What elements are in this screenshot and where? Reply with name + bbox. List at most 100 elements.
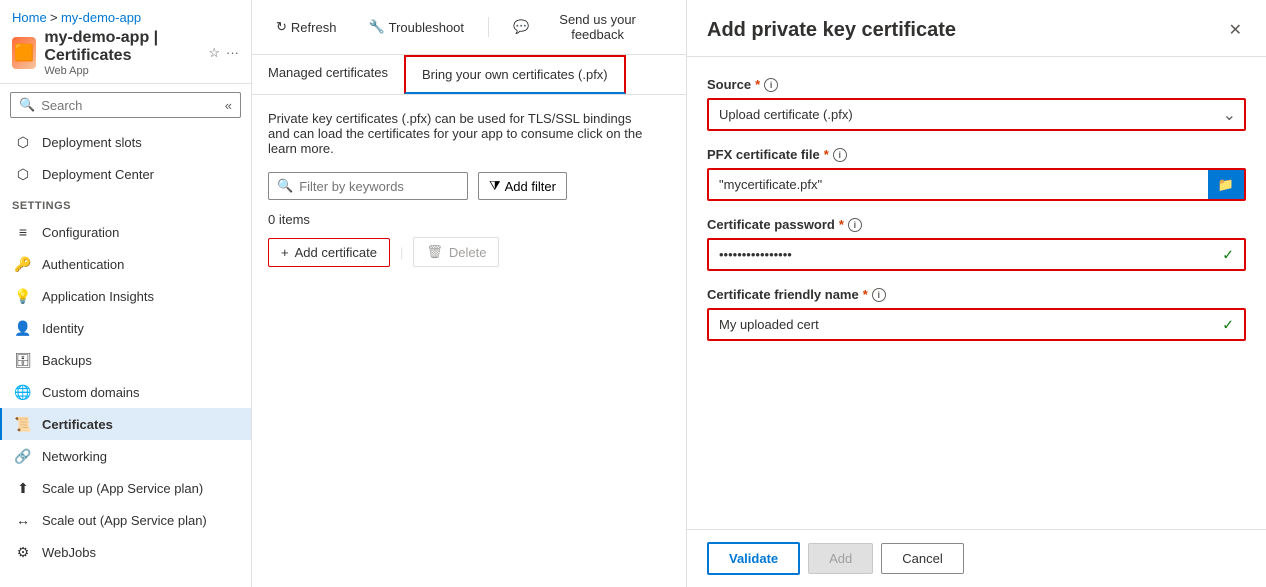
- close-panel-button[interactable]: ✕: [1225, 16, 1246, 44]
- password-info-icon[interactable]: i: [848, 218, 862, 232]
- sidebar-item-label: Application Insights: [42, 289, 154, 304]
- certificates-icon: 📜: [14, 415, 32, 433]
- troubleshoot-icon: 🔧: [368, 19, 384, 35]
- webjobs-icon: ⚙: [14, 543, 32, 561]
- sidebar-item-configuration[interactable]: ≡ Configuration: [0, 216, 251, 248]
- validate-button[interactable]: Validate: [707, 542, 800, 575]
- cancel-button[interactable]: Cancel: [881, 543, 963, 574]
- sidebar-item-label: Scale out (App Service plan): [42, 513, 207, 528]
- friendly-name-input[interactable]: [709, 310, 1244, 339]
- tabs-row: Managed certificates Bring your own cert…: [252, 55, 686, 95]
- collapse-icon[interactable]: «: [225, 98, 232, 113]
- breadcrumb-separator: >: [50, 10, 58, 25]
- sidebar-item-certificates[interactable]: 📜 Certificates: [0, 408, 251, 440]
- sidebar-item-scale-up[interactable]: ⬆ Scale up (App Service plan): [0, 472, 251, 504]
- sidebar-item-custom-domains[interactable]: 🌐 Custom domains: [0, 376, 251, 408]
- star-icon[interactable]: ☆: [208, 45, 220, 61]
- main-content: ↻ Refresh 🔧 Troubleshoot 💬 Send us your …: [252, 0, 686, 587]
- friendly-name-form-group: Certificate friendly name * i ✓: [707, 287, 1246, 341]
- feedback-button[interactable]: 💬 Send us your feedback: [505, 8, 670, 46]
- sidebar-item-application-insights[interactable]: 💡 Application Insights: [0, 280, 251, 312]
- sidebar-item-scale-out[interactable]: ↔ Scale out (App Service plan): [0, 504, 251, 536]
- add-certificate-button[interactable]: + Add certificate: [268, 238, 390, 267]
- friendly-name-required: *: [863, 287, 868, 302]
- action-separator: |: [400, 245, 403, 260]
- delete-button[interactable]: 🗑 Delete: [413, 237, 499, 267]
- filter-funnel-icon: ⧩: [489, 178, 501, 194]
- sidebar-item-webjobs[interactable]: ⚙ WebJobs: [0, 536, 251, 568]
- pfx-browse-button[interactable]: 📁: [1208, 170, 1244, 199]
- sidebar-item-deployment-center[interactable]: ⬡ Deployment Center: [0, 158, 251, 190]
- source-select-wrapper: Upload certificate (.pfx) Import App Ser…: [707, 98, 1246, 131]
- password-form-group: Certificate password * i ✓: [707, 217, 1246, 271]
- source-info-icon[interactable]: i: [764, 78, 778, 92]
- password-input[interactable]: [709, 240, 1244, 269]
- browse-icon: 📁: [1218, 177, 1234, 193]
- password-check-icon: ✓: [1222, 246, 1234, 263]
- sidebar-item-label: Authentication: [42, 257, 124, 272]
- sidebar: Home > my-demo-app 🟧 my-demo-app | Certi…: [0, 0, 252, 587]
- refresh-button[interactable]: ↻ Refresh: [268, 15, 344, 39]
- sidebar-item-label: Configuration: [42, 225, 119, 240]
- pfx-label: PFX certificate file * i: [707, 147, 1246, 162]
- delete-icon: 🗑: [426, 244, 443, 260]
- app-icon: 🟧: [12, 37, 36, 69]
- sidebar-item-label: WebJobs: [42, 545, 96, 560]
- refresh-icon: ↻: [276, 19, 287, 35]
- pfx-file-input[interactable]: [709, 170, 1208, 199]
- more-icon[interactable]: ···: [226, 45, 239, 61]
- breadcrumb-home[interactable]: Home: [12, 10, 47, 25]
- custom-domains-icon: 🌐: [14, 383, 32, 401]
- sidebar-item-authentication[interactable]: 🔑 Authentication: [0, 248, 251, 280]
- tab-bring-own-label: Bring your own certificates (.pfx): [422, 67, 608, 82]
- search-box[interactable]: 🔍 «: [10, 92, 241, 118]
- add-filter-label: Add filter: [505, 179, 556, 194]
- app-info: my-demo-app | Certificates Web App: [44, 29, 200, 77]
- troubleshoot-button[interactable]: 🔧 Troubleshoot: [360, 15, 472, 39]
- tab-bring-own[interactable]: Bring your own certificates (.pfx): [404, 55, 626, 94]
- source-required: *: [755, 77, 760, 92]
- search-input[interactable]: [41, 98, 219, 113]
- title-actions: ☆ ···: [208, 45, 239, 61]
- password-required: *: [839, 217, 844, 232]
- identity-icon: 👤: [14, 319, 32, 337]
- sidebar-item-backups[interactable]: 🗄 Backups: [0, 344, 251, 376]
- feedback-label: Send us your feedback: [533, 12, 662, 42]
- side-panel: Add private key certificate ✕ Source * i…: [686, 0, 1266, 587]
- tab-managed-label: Managed certificates: [268, 65, 388, 80]
- sidebar-item-deployment-slots[interactable]: ⬡ Deployment slots: [0, 126, 251, 158]
- filter-input[interactable]: [299, 179, 459, 194]
- source-select[interactable]: Upload certificate (.pfx) Import App Ser…: [707, 98, 1246, 131]
- panel-content: Source * i Upload certificate (.pfx) Imp…: [687, 57, 1266, 529]
- search-icon: 🔍: [19, 97, 35, 113]
- feedback-icon: 💬: [513, 19, 529, 35]
- sidebar-item-identity[interactable]: 👤 Identity: [0, 312, 251, 344]
- content-description: Private key certificates (.pfx) can be u…: [268, 111, 648, 156]
- sidebar-item-label: Scale up (App Service plan): [42, 481, 203, 496]
- sidebar-item-label: Deployment slots: [42, 135, 142, 150]
- password-input-row: ✓: [707, 238, 1246, 271]
- add-filter-button[interactable]: ⧩ Add filter: [478, 172, 567, 200]
- filter-icon: 🔍: [277, 178, 293, 194]
- app-title-row: 🟧 my-demo-app | Certificates Web App ☆ ·…: [12, 29, 239, 77]
- configuration-icon: ≡: [14, 223, 32, 241]
- add-button[interactable]: Add: [808, 543, 873, 574]
- sidebar-item-label: Deployment Center: [42, 167, 154, 182]
- plus-icon: +: [281, 245, 289, 260]
- tab-managed[interactable]: Managed certificates: [252, 55, 404, 94]
- panel-title: Add private key certificate: [707, 19, 956, 42]
- settings-section-title: Settings: [0, 190, 251, 216]
- app-subtitle: Web App: [44, 65, 200, 77]
- sidebar-item-label: Backups: [42, 353, 92, 368]
- friendly-name-info-icon[interactable]: i: [872, 288, 886, 302]
- breadcrumb-app[interactable]: my-demo-app: [61, 10, 141, 25]
- sidebar-item-label: Certificates: [42, 417, 113, 432]
- filter-input-wrapper[interactable]: 🔍: [268, 172, 468, 200]
- sidebar-item-networking[interactable]: 🔗 Networking: [0, 440, 251, 472]
- source-label: Source * i: [707, 77, 1246, 92]
- sidebar-item-label: Custom domains: [42, 385, 140, 400]
- networking-icon: 🔗: [14, 447, 32, 465]
- pfx-info-icon[interactable]: i: [833, 148, 847, 162]
- backups-icon: 🗄: [14, 351, 32, 369]
- action-row: + Add certificate | 🗑 Delete: [268, 237, 670, 267]
